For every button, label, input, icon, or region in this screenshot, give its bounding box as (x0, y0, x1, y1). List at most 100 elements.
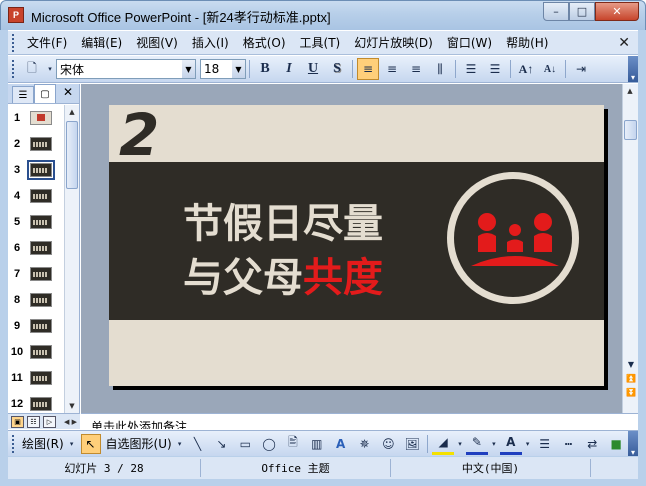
diagram-icon[interactable]: ✵ (354, 433, 376, 455)
document-close-icon[interactable]: ✕ (618, 35, 630, 51)
toolbar-overflow-icon[interactable]: ▾ (628, 430, 639, 457)
font-name-select[interactable]: 宋体 ▼ (56, 59, 196, 79)
scrollbar-thumb[interactable] (66, 121, 78, 189)
rectangle-tool-icon[interactable]: ▭ (234, 433, 256, 455)
theme-name[interactable]: Office 主题 (201, 459, 391, 477)
line-tool-icon[interactable]: ╲ (187, 433, 209, 455)
slide-thumbnail[interactable] (30, 137, 52, 151)
numbering-icon[interactable]: ☰ (460, 58, 482, 80)
slide-thumbnail[interactable] (30, 267, 52, 281)
clipart-icon[interactable]: ☺ (377, 433, 399, 455)
wordart-icon[interactable]: A (330, 433, 352, 455)
maximize-button[interactable]: □ (569, 2, 595, 21)
distribute-text-icon[interactable]: ⫼ (429, 58, 451, 80)
toolbar-grip[interactable] (12, 60, 14, 78)
notes-placeholder[interactable]: 单击此处添加备注 (91, 418, 187, 429)
decrease-font-size-icon[interactable]: A↓ (539, 58, 561, 80)
scroll-up-icon[interactable]: ▲ (65, 105, 79, 119)
slide-section-number[interactable]: 2 (119, 101, 159, 169)
scrollbar-thumb[interactable] (624, 120, 637, 140)
tab-outline[interactable]: ☰ (12, 86, 34, 103)
thumbnail-row[interactable]: 10 (8, 339, 64, 365)
pane-close-icon[interactable]: ✕ (63, 85, 73, 99)
notes-pane[interactable]: 单击此处添加备注 (81, 413, 638, 429)
chevron-down-icon[interactable]: ▾ (175, 433, 185, 455)
fill-color-icon[interactable]: ◢ (432, 433, 455, 455)
scroll-down-icon[interactable]: ▼ (65, 399, 79, 413)
thumbnail-row[interactable]: 11 (8, 365, 64, 391)
toolbar-grip[interactable] (12, 434, 14, 453)
textbox-tool-icon[interactable]: 🖹 (282, 433, 304, 455)
menu-help[interactable]: 帮助(H) (499, 33, 555, 53)
scroll-down-icon[interactable]: ▼ (624, 357, 638, 371)
slideshow-view-icon[interactable]: ▷ (43, 415, 56, 428)
vertical-textbox-icon[interactable]: ▥ (306, 433, 328, 455)
new-slide-icon[interactable]: 🗋 (21, 58, 43, 80)
menu-window[interactable]: 窗口(W) (440, 33, 499, 53)
thumbnail-row[interactable]: 7 (8, 261, 64, 287)
thumbnail-row[interactable]: 6 (8, 235, 64, 261)
thumbnails-scrollbar[interactable]: ▲ ▼ (64, 105, 79, 413)
menu-view[interactable]: 视图(V) (129, 33, 185, 53)
menu-format[interactable]: 格式(O) (236, 33, 293, 53)
toolbar-overflow-icon[interactable]: ▾ (628, 56, 638, 82)
font-size-select[interactable]: 18 ▼ (200, 59, 246, 79)
thumbnail-row[interactable]: 8 (8, 287, 64, 313)
menu-edit[interactable]: 编辑(E) (74, 33, 129, 53)
slide-sorter-view-icon[interactable]: ☷ (27, 415, 40, 428)
menu-file[interactable]: 文件(F) (20, 33, 74, 53)
menu-tools[interactable]: 工具(T) (293, 33, 348, 53)
slide-thumbnail[interactable] (30, 189, 52, 203)
thumbnail-row[interactable]: 2 (8, 131, 64, 157)
slide-thumbnail[interactable] (30, 345, 52, 359)
bullets-icon[interactable]: ☰ (484, 58, 506, 80)
chevron-down-icon[interactable]: ▾ (490, 433, 498, 455)
align-left-icon[interactable]: ≡ (357, 58, 379, 80)
slide-thumbnail[interactable] (30, 241, 52, 255)
slide-thumbnail[interactable] (30, 397, 52, 411)
text-shadow-button[interactable]: S (326, 58, 348, 80)
slide-thumbnail[interactable] (27, 160, 55, 180)
dash-style-icon[interactable]: ┅ (558, 433, 580, 455)
chevron-down-icon[interactable]: ▼ (182, 60, 195, 78)
oval-tool-icon[interactable]: ◯ (258, 433, 280, 455)
font-color-icon[interactable]: A (499, 433, 522, 455)
chevron-down-icon[interactable]: ▾ (456, 433, 464, 455)
picture-icon[interactable]: 🖼 (401, 433, 423, 455)
increase-indent-icon[interactable]: ⇥ (570, 58, 592, 80)
chevron-down-icon[interactable]: ▾ (67, 433, 77, 455)
select-objects-icon[interactable]: ↖ (80, 433, 101, 454)
powerpoint-app-icon[interactable]: P (8, 7, 24, 23)
arrow-style-icon[interactable]: ⇄ (581, 433, 603, 455)
slide-thumbnail[interactable] (30, 319, 52, 333)
autoshapes-button[interactable]: 自选图形(U) (104, 435, 174, 452)
menu-insert[interactable]: 插入(I) (185, 33, 236, 53)
slide-heading-line-1[interactable]: 节假日尽量 (183, 191, 383, 249)
previous-slide-icon[interactable]: ⏫ (624, 371, 638, 385)
minimize-button[interactable]: – (543, 2, 569, 21)
slide-thumbnail[interactable] (30, 293, 52, 307)
draw-menu-button[interactable]: 绘图(R) (20, 435, 66, 452)
menu-bar-grip[interactable] (12, 33, 14, 52)
thumbnail-row[interactable]: 4 (8, 183, 64, 209)
chevron-down-icon[interactable]: ▼ (232, 60, 245, 78)
toolbar-options-icon[interactable]: ▾ (45, 58, 55, 80)
menu-slideshow[interactable]: 幻灯片放映(D) (347, 33, 440, 53)
thumbnail-row-selected[interactable]: 3 (8, 157, 64, 183)
tab-slides[interactable]: ▢ (34, 84, 56, 103)
underline-button[interactable]: U (302, 58, 324, 80)
align-center-icon[interactable]: ≡ (381, 58, 403, 80)
italic-button[interactable]: I (278, 58, 300, 80)
slide-thumbnail[interactable] (30, 371, 52, 385)
thumbnail-row[interactable]: 5 (8, 209, 64, 235)
shadow-style-icon[interactable]: ■ (605, 433, 627, 455)
close-button[interactable]: ✕ (595, 2, 639, 21)
chevron-down-icon[interactable]: ▾ (524, 433, 532, 455)
bold-button[interactable]: B (254, 58, 276, 80)
line-color-icon[interactable]: ✎ (466, 433, 488, 455)
increase-font-size-icon[interactable]: A↑ (515, 58, 537, 80)
thumbnail-row[interactable]: 1 (8, 105, 64, 131)
normal-view-icon[interactable]: ▣ (11, 415, 24, 428)
slide-scrollbar[interactable]: ▲ ▼ ⏫ ⏬ (622, 84, 638, 413)
next-slide-icon[interactable]: ⏬ (624, 385, 638, 399)
